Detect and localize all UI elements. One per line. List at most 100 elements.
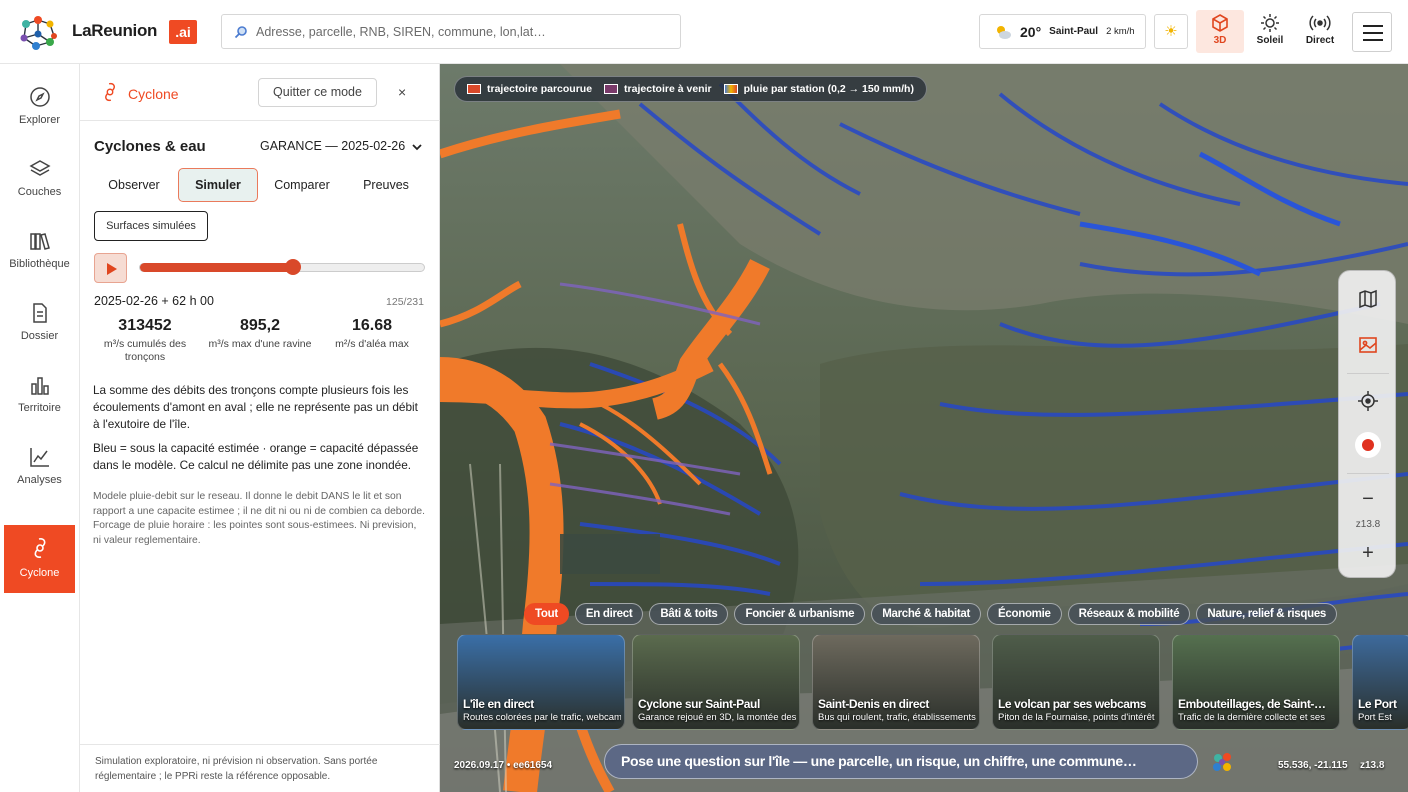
library-icon [29, 233, 50, 250]
locate-button[interactable] [1339, 381, 1397, 421]
weather-widget[interactable]: 20° Saint-Paul 2 km/h [979, 14, 1146, 49]
weather-wind: 2 km/h [1106, 26, 1135, 37]
nav-label: Cyclone [19, 567, 60, 579]
stat-max-ravine: 895,2 m³/s max d'une ravine [207, 317, 313, 351]
story-card[interactable]: Le volcan par ses webcams Piton de la Fou… [992, 634, 1160, 730]
filter-chip[interactable]: Marché & habitat [871, 603, 982, 625]
weather-temp: 20° [1020, 23, 1042, 40]
timeline-slider[interactable] [139, 259, 425, 275]
zoom-out-button[interactable]: − [1339, 479, 1397, 519]
quit-mode-button[interactable]: Quitter ce mode [258, 78, 377, 107]
zoom-status: z13.8 [1360, 760, 1385, 771]
legend-item-future-track: trajectoire à venir [604, 83, 712, 95]
toggle-3d-button[interactable]: 3D [1196, 10, 1244, 53]
broadcast-icon [1309, 15, 1331, 31]
ask-input[interactable]: Pose une question sur l'île — une parcel… [604, 744, 1198, 779]
nav-label: Couches [17, 186, 62, 198]
record-button[interactable] [1339, 425, 1397, 465]
nav-label: Dossier [20, 330, 59, 342]
search-input[interactable] [256, 24, 656, 39]
play-button[interactable] [94, 253, 127, 283]
map-style-button[interactable] [1339, 279, 1397, 319]
legend-item-past-track: trajectoire parcourue [467, 83, 592, 95]
section-title: Cyclones & eau [94, 138, 206, 155]
stat-hazard: 16.68 m²/s d'aléa max [319, 317, 425, 351]
legend-explanation: Bleu = sous la capacité estimée · orange… [93, 441, 419, 472]
menu-button[interactable] [1352, 12, 1392, 52]
nav-item-dossier[interactable]: Dossier [4, 302, 75, 370]
build-version: 2026.09.17 • ee61654 [454, 760, 553, 771]
tab-preuves[interactable]: Preuves [346, 168, 426, 202]
filter-chip[interactable]: En direct [574, 603, 644, 625]
document-icon [32, 303, 47, 323]
compass-icon [29, 87, 50, 107]
menu-icon-bar [1363, 32, 1383, 34]
simulated-surfaces-toggle[interactable]: Surfaces simulées [94, 211, 208, 241]
tab-observer[interactable]: Observer [94, 168, 174, 202]
brand-name[interactable]: LaReunion [72, 21, 157, 41]
story-card[interactable]: Saint-Denis en direct Bus qui roulent, tr… [812, 634, 980, 730]
card-subtitle: Trafic de la dernière collecte et ses [1178, 712, 1325, 723]
map-view[interactable]: trajectoire parcourue trajectoire à veni… [440, 64, 1408, 792]
live-button[interactable]: Direct [1296, 10, 1344, 53]
line-chart-icon [29, 448, 49, 467]
bar-chart-icon [30, 377, 49, 395]
filter-chip[interactable]: Économie [987, 603, 1062, 625]
timeline-handle[interactable] [285, 259, 302, 275]
filter-chip[interactable]: Nature, relief & risques [1196, 603, 1338, 625]
nav-item-couches[interactable]: Couches [4, 158, 75, 226]
legend-item-rain: pluie par station (0,2 → 150 mm/h) [723, 83, 914, 95]
map-icon [1359, 289, 1377, 309]
story-card[interactable]: Le Port Port Est [1352, 634, 1408, 730]
story-card[interactable]: Embouteillages, de Saint-… Trafic de la d… [1172, 634, 1340, 730]
card-title: Embouteillages, de Saint-… [1178, 697, 1326, 711]
divider [1347, 473, 1389, 474]
stat-cumulative: 313452 m³/s cumulés des tronçons [92, 317, 198, 364]
plus-icon: + [1362, 541, 1374, 564]
nav-label: Bibliothèque [9, 258, 70, 270]
category-filters: Tout En direct Bâti & toits Foncier & urban… [524, 603, 1343, 625]
panel-header: Cyclone Quitter ce mode × [80, 64, 440, 121]
sun-toggle-button[interactable]: ☀ [1154, 14, 1188, 49]
logo-icon[interactable] [16, 12, 62, 54]
assistant-icon[interactable] [1210, 750, 1236, 776]
card-subtitle: Bus qui roulent, trafic, établissements [818, 712, 976, 723]
nav-item-cyclone[interactable]: Cyclone [4, 525, 75, 593]
cyclone-panel: Cyclone Quitter ce mode × Cyclones & eau… [80, 64, 440, 792]
cyclone-icon [105, 82, 115, 102]
timeline-time: 2025-02-26 + 62 h 00 [94, 294, 214, 308]
close-icon[interactable]: × [398, 84, 406, 100]
card-subtitle: Routes colorées par le trafic, webcams [463, 712, 621, 723]
search-box[interactable] [221, 14, 681, 49]
explanation-text: La somme des débits des tronçons compte … [93, 383, 418, 431]
filter-chip[interactable]: Bâti & toits [649, 603, 729, 625]
tab-simuler[interactable]: Simuler [178, 168, 258, 202]
chevron-down-icon[interactable] [411, 142, 423, 152]
storm-select[interactable]: GARANCE — 2025-02-26 [260, 139, 405, 153]
zoom-in-button[interactable]: + [1339, 533, 1397, 573]
filter-chip[interactable]: Réseaux & mobilité [1067, 603, 1191, 625]
left-navigation: Explorer Couches Bibliothèque Dossier Te… [0, 64, 80, 792]
card-subtitle: Garance rejoué en 3D, la montée des eaux [638, 712, 796, 723]
card-title: Le volcan par ses webcams [998, 697, 1147, 711]
nav-label: Territoire [18, 402, 61, 414]
nav-item-territoire[interactable]: Territoire [4, 374, 75, 442]
nav-item-bibliotheque[interactable]: Bibliothèque [4, 230, 75, 298]
toggle-3d-label: 3D [1213, 35, 1227, 46]
imagery-button[interactable] [1339, 325, 1397, 365]
nav-item-explorer[interactable]: Explorer [4, 86, 75, 154]
card-title: Cyclone sur Saint-Paul [638, 697, 760, 711]
image-icon [1359, 337, 1377, 353]
crosshair-icon [1358, 391, 1378, 411]
map-legend: trajectoire parcourue trajectoire à veni… [454, 76, 927, 102]
filter-chip[interactable]: Tout [524, 603, 569, 625]
filter-chip[interactable]: Foncier & urbanisme [734, 603, 866, 625]
cyclone-icon [34, 538, 45, 558]
stat-value: 895,2 [239, 317, 281, 334]
sun-mode-button[interactable]: Soleil [1246, 10, 1294, 53]
nav-item-analyses[interactable]: Analyses [4, 446, 75, 514]
story-card[interactable]: L'île en direct Routes colorées par le tr… [457, 634, 625, 730]
story-card[interactable]: Cyclone sur Saint-Paul Garance rejoué en … [632, 634, 800, 730]
tab-comparer[interactable]: Comparer [262, 168, 342, 202]
menu-icon-bar [1363, 39, 1383, 41]
